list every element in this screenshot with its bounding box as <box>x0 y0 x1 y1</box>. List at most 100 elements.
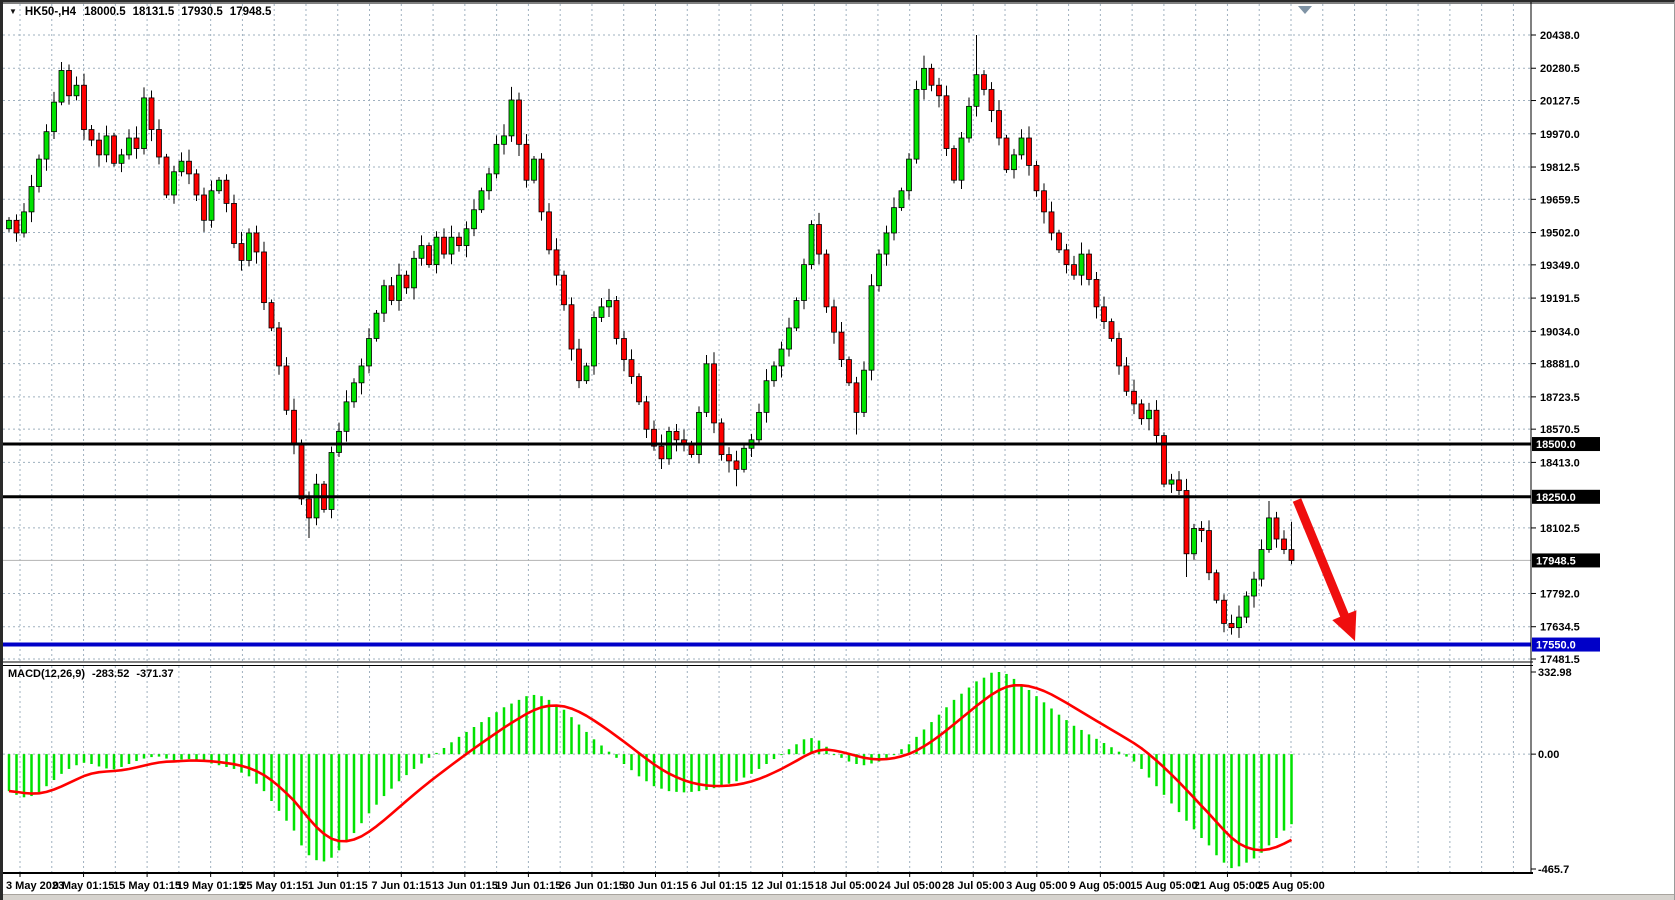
candle-bullish <box>434 237 439 264</box>
candle-bearish <box>824 254 829 307</box>
macd-histogram-bar <box>165 754 168 758</box>
candle-bearish <box>427 246 432 265</box>
macd-histogram-bar <box>368 754 371 813</box>
macd-histogram-bar <box>1043 702 1046 754</box>
candle-bearish <box>292 410 297 444</box>
macd-histogram-bar <box>1073 726 1076 754</box>
candle-bearish <box>712 364 717 423</box>
price-axis-label: 18881.0 <box>1540 359 1580 371</box>
down-arrow-annotation[interactable] <box>1293 498 1357 641</box>
candle-bearish <box>134 138 139 149</box>
macd-histogram-bar <box>1013 679 1016 754</box>
candle-bullish <box>802 265 807 301</box>
macd-histogram-bar <box>548 700 551 754</box>
price-axis-label: 19502.0 <box>1540 228 1580 240</box>
macd-histogram-bar <box>630 754 633 770</box>
candle-bullish <box>352 383 357 402</box>
macd-histogram-bar <box>653 754 656 786</box>
macd-histogram-bar <box>795 744 798 754</box>
macd-histogram-bar <box>360 754 363 823</box>
candle-bearish <box>1139 404 1144 419</box>
candle-bearish <box>659 446 664 459</box>
candle-bullish <box>809 225 814 265</box>
macd-histogram-bar <box>713 754 716 788</box>
time-axis-label: 25 Aug 05:00 <box>1257 880 1324 892</box>
candle-bearish <box>1117 339 1122 366</box>
macd-histogram-bar <box>180 754 183 759</box>
candle-bearish <box>149 98 154 130</box>
candle-bearish <box>1214 573 1219 600</box>
candle-bearish <box>1274 518 1279 539</box>
candle-bullish <box>44 132 49 159</box>
macd-histogram-bar <box>683 754 686 792</box>
symbol-period-label: HK50-,H4 <box>25 6 76 18</box>
chart-shift-marker-icon[interactable] <box>1298 6 1312 14</box>
macd-histogram-bar <box>615 754 618 758</box>
candle-bullish <box>1252 579 1257 596</box>
candle-bullish <box>757 412 762 439</box>
macd-histogram-bar <box>840 754 843 758</box>
macd-histogram-bar <box>248 754 251 776</box>
candle-bullish <box>59 70 64 102</box>
macd-histogram-bar <box>150 754 153 757</box>
candle-bullish <box>1019 138 1024 155</box>
price-axis-label: 20438.0 <box>1540 30 1580 42</box>
time-axis-label: 26 Jun 01:15 <box>559 880 625 892</box>
candle-bearish <box>614 301 619 339</box>
symbol-dropdown-icon[interactable]: ▼ <box>9 7 17 16</box>
price-level-badge-label: 17550.0 <box>1536 640 1576 652</box>
time-axis-label: 1 Jun 01:15 <box>308 880 368 892</box>
macd-histogram-bar <box>998 672 1001 754</box>
macd-histogram-bar <box>1035 696 1038 754</box>
candle-bullish <box>217 180 222 191</box>
macd-histogram-bar <box>480 722 483 754</box>
candle-bullish <box>1192 528 1197 553</box>
time-axis-label: 12 Jul 01:15 <box>751 880 813 892</box>
candle-bullish <box>1169 480 1174 484</box>
macd-histogram-bar <box>1133 754 1136 761</box>
macd-histogram-bar <box>1088 734 1091 754</box>
macd-histogram-bar <box>1253 754 1256 858</box>
candle-bullish <box>899 191 904 208</box>
macd-histogram-bar <box>420 754 423 763</box>
time-axis-label: 7 Jun 01:15 <box>371 880 431 892</box>
price-chart-canvas[interactable]: 20438.020280.520127.519970.019812.519659… <box>3 2 1675 900</box>
candle-bullish <box>1079 254 1084 275</box>
candle-bearish <box>989 89 994 110</box>
candle-bearish <box>1229 623 1234 627</box>
candle-bearish <box>997 111 1002 138</box>
macd-axis-label: 0.00 <box>1538 749 1559 761</box>
macd-histogram-bar <box>983 678 986 754</box>
macd-histogram-bar <box>293 754 296 830</box>
candle-bearish <box>569 305 574 349</box>
candle-bearish <box>1154 410 1159 435</box>
candle-bearish <box>689 444 694 455</box>
macd-histogram-bar <box>818 741 821 755</box>
candle-bullish <box>862 370 867 412</box>
candle-bearish <box>299 444 304 499</box>
candle-bearish <box>14 220 19 233</box>
candle-bullish <box>967 106 972 138</box>
macd-histogram-bar <box>1080 730 1083 754</box>
candle-bearish <box>847 360 852 383</box>
candle-bullish <box>487 174 492 191</box>
candle-bearish <box>734 461 739 469</box>
candle-bullish <box>877 254 882 286</box>
macd-histogram-bar <box>953 700 956 754</box>
macd-histogram-bar <box>1193 754 1196 829</box>
macd-signal-line <box>9 685 1292 850</box>
candle-bearish <box>1289 550 1294 561</box>
candle-bullish <box>29 187 34 212</box>
price-axis-label: 20280.5 <box>1540 63 1580 75</box>
macd-histogram-bar <box>458 737 461 754</box>
candle-bearish <box>164 157 169 195</box>
macd-histogram-bar <box>1260 754 1263 853</box>
macd-histogram-bar <box>143 754 146 758</box>
macd-histogram-bar <box>758 754 761 769</box>
macd-histogram-bar <box>803 739 806 754</box>
candle-bullish <box>119 155 124 163</box>
candle-bullish <box>449 237 454 254</box>
price-axis-label: 18413.0 <box>1540 457 1580 469</box>
candle-bullish <box>697 412 702 454</box>
macd-histogram-bar <box>788 749 791 754</box>
